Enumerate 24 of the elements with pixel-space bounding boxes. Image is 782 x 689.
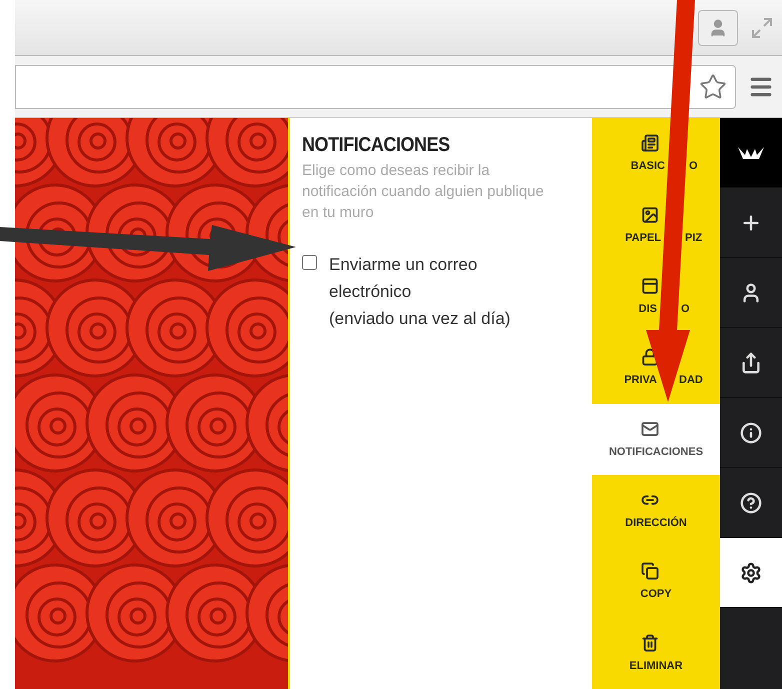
address-bar[interactable] — [15, 64, 736, 108]
copy-icon — [641, 562, 659, 580]
info-icon — [740, 422, 762, 444]
image-icon — [641, 206, 659, 224]
envelope-icon — [641, 420, 659, 438]
bookmark-star-icon — [699, 72, 727, 100]
sidebar-icon-button[interactable] — [720, 118, 782, 188]
nav-tab[interactable]: ELIMINAR — [592, 618, 720, 689]
panel-title: NOTIFICACIONES — [302, 133, 451, 158]
settings-icon — [740, 562, 762, 584]
option-note: (enviado una vez al día) — [329, 308, 512, 330]
newspaper-icon — [641, 134, 659, 152]
option-label: Enviarme un correo electrónico — [329, 254, 478, 303]
share-icon — [740, 352, 762, 374]
email-checkbox[interactable] — [302, 255, 317, 270]
lock-icon — [641, 348, 659, 366]
nav-tab[interactable]: DIRECCIÓN — [592, 474, 720, 546]
panel-description: Elige como deseas recibir la notificación cuando alguien publique en tu muro — [302, 161, 545, 223]
sidebar-icon-button[interactable] — [720, 538, 782, 608]
fullscreen-icon — [750, 16, 774, 40]
nav-tab[interactable]: COPY — [592, 546, 720, 618]
help-icon — [740, 492, 762, 514]
trash-icon — [641, 634, 659, 652]
layout-icon — [641, 276, 659, 295]
